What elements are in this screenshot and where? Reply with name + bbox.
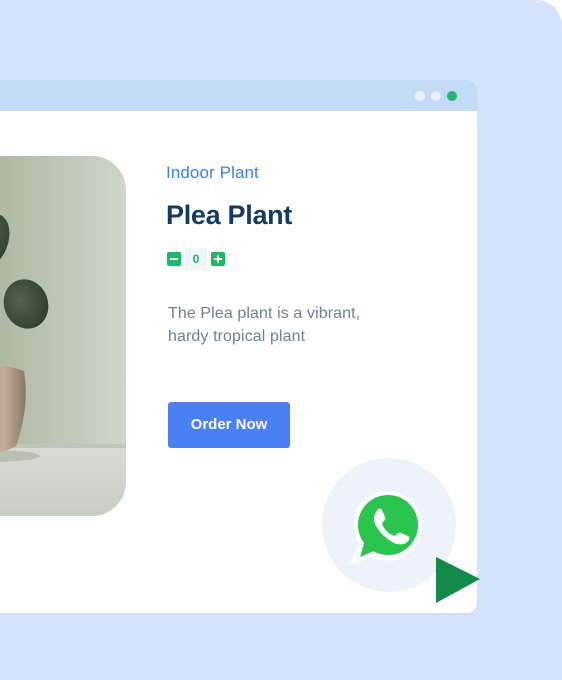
window-control-dot-active[interactable] — [447, 91, 457, 101]
quantity-value[interactable]: 0 — [185, 248, 207, 270]
window-titlebar — [0, 80, 477, 111]
product-image — [0, 156, 126, 516]
order-now-button[interactable]: Order Now — [168, 402, 290, 448]
window-control-dot[interactable] — [415, 91, 425, 101]
minus-icon — [170, 258, 178, 260]
cursor-arrow-icon — [436, 557, 480, 603]
quantity-stepper: 0 — [167, 248, 225, 270]
product-title: Plea Plant — [166, 200, 293, 230]
plant-photo — [0, 156, 126, 516]
decrement-button[interactable] — [167, 252, 181, 266]
increment-button[interactable] — [211, 252, 225, 266]
product-description: The Plea plant is a vibrant, hardy tropi… — [168, 305, 361, 345]
window-control-dot[interactable] — [431, 91, 441, 101]
product-category: Indoor Plant — [166, 163, 259, 182]
